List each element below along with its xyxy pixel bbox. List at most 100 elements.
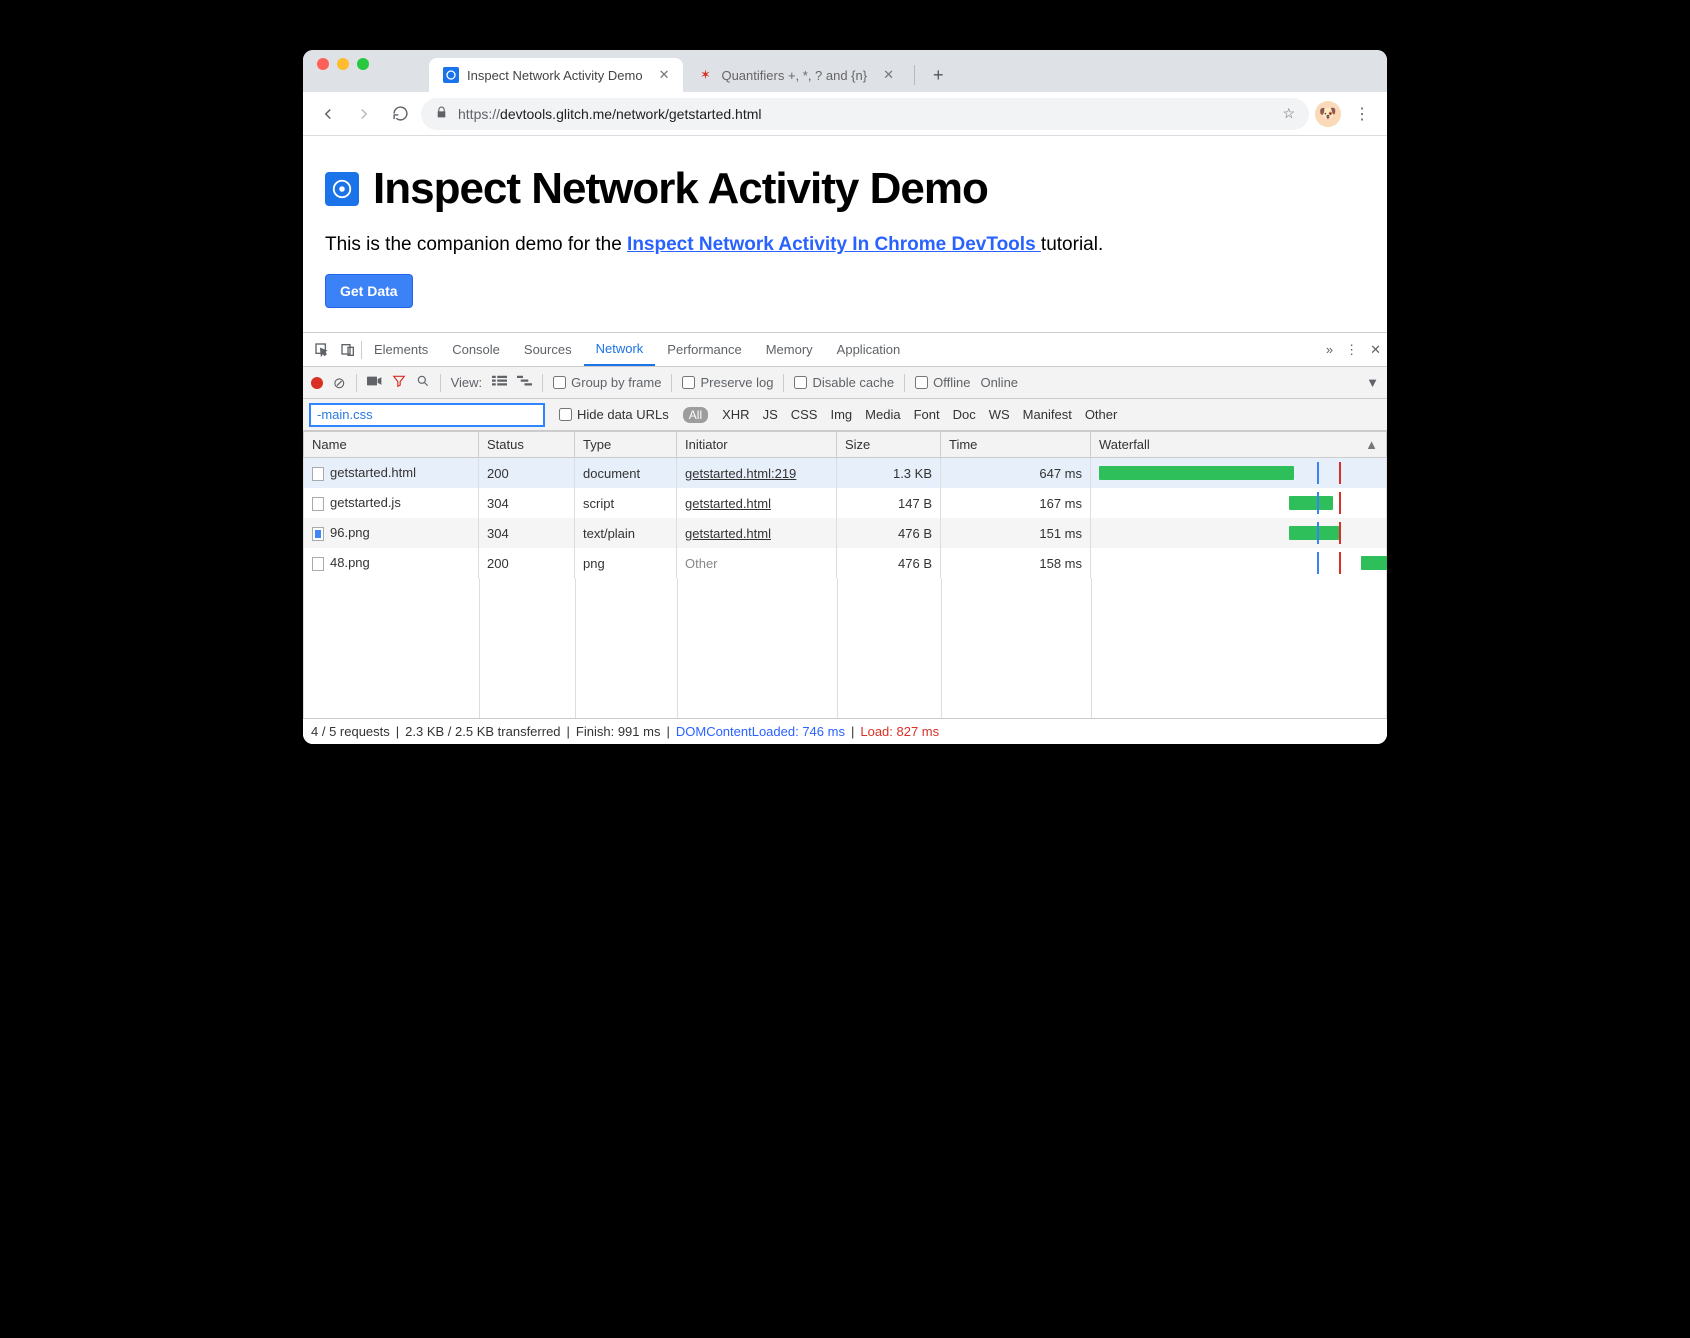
url-text: https://devtools.glitch.me/network/getst… [458,106,762,122]
filter-all-pill[interactable]: All [683,407,708,423]
table-empty-area [303,578,1387,718]
more-tabs-icon[interactable]: » [1326,342,1333,357]
file-icon [312,527,324,541]
devtools-tab-memory[interactable]: Memory [754,333,825,366]
table-row[interactable]: getstarted.js304scriptgetstarted.html147… [304,488,1387,518]
browser-window: Inspect Network Activity Demo ✕ ✶ Quanti… [303,50,1387,744]
initiator-link[interactable]: getstarted.html [685,526,771,541]
network-status-bar: 4 / 5 requests | 2.3 KB / 2.5 KB transfe… [303,718,1387,744]
window-controls [317,50,369,92]
disable-cache-checkbox[interactable]: Disable cache [794,375,894,390]
search-icon[interactable] [416,374,430,391]
filter-row: Hide data URLs All XHR JS CSS Img Media Font D… [303,399,1387,431]
browser-tab-inactive[interactable]: ✶ Quantifiers +, *, ? and {n} ✕ [683,58,908,92]
column-header-name[interactable]: Name [304,432,479,458]
devtools-tab-network[interactable]: Network [584,333,656,366]
column-header-status[interactable]: Status [479,432,575,458]
group-by-frame-checkbox[interactable]: Group by frame [553,375,661,390]
reload-button[interactable] [385,99,415,129]
tab-title: Quantifiers +, *, ? and {n} [721,68,867,83]
offline-checkbox[interactable]: Offline [915,375,970,390]
lock-icon [435,106,448,122]
filter-type-manifest[interactable]: Manifest [1023,407,1072,422]
maximize-window-button[interactable] [357,58,369,70]
toolbar-expand-icon[interactable]: ▼ [1366,375,1379,390]
hide-data-urls-checkbox[interactable]: Hide data URLs [559,407,669,422]
close-tab-icon[interactable]: ✕ [659,67,670,83]
filter-type-xhr[interactable]: XHR [722,407,749,422]
filter-icon[interactable] [392,374,406,391]
filter-type-font[interactable]: Font [914,407,940,422]
waterfall-cell [1099,552,1378,574]
filter-type-media[interactable]: Media [865,407,900,422]
column-header-initiator[interactable]: Initiator [677,432,837,458]
browser-toolbar: https://devtools.glitch.me/network/getst… [303,92,1387,136]
close-tab-icon[interactable]: ✕ [883,67,894,83]
devtools-tab-elements[interactable]: Elements [362,333,440,366]
view-label: View: [451,375,483,390]
devtools-close-icon[interactable]: ✕ [1370,342,1381,358]
get-data-button[interactable]: Get Data [325,274,413,308]
tab-divider [914,65,915,85]
devtools-tab-application[interactable]: Application [825,333,913,366]
minimize-window-button[interactable] [337,58,349,70]
page-title: Inspect Network Activity Demo [373,164,988,214]
filter-type-doc[interactable]: Doc [953,407,976,422]
page-content: Inspect Network Activity Demo This is th… [303,136,1387,332]
network-table: NameStatusTypeInitiatorSizeTimeWaterfall… [303,431,1387,578]
status-domcontentloaded: DOMContentLoaded: 746 ms [676,724,845,739]
table-row[interactable]: 96.png304text/plaingetstarted.html476 B1… [304,518,1387,548]
waterfall-cell [1099,492,1378,514]
filter-type-css[interactable]: CSS [791,407,818,422]
status-transferred: 2.3 KB / 2.5 KB transferred [405,724,560,739]
preserve-log-checkbox[interactable]: Preserve log [682,375,773,390]
column-header-size[interactable]: Size [837,432,941,458]
status-load: Load: 827 ms [860,724,939,739]
devtools-tab-performance[interactable]: Performance [655,333,753,366]
address-bar[interactable]: https://devtools.glitch.me/network/getst… [421,98,1309,130]
camera-icon[interactable] [367,375,382,390]
tab-strip: Inspect Network Activity Demo ✕ ✶ Quanti… [303,50,1387,92]
devtools-favicon-icon [443,67,459,83]
file-icon [312,557,324,571]
bookmark-star-icon[interactable]: ☆ [1282,105,1295,122]
devtools-tab-sources[interactable]: Sources [512,333,584,366]
filter-type-img[interactable]: Img [830,407,852,422]
column-header-waterfall[interactable]: Waterfall▲ [1091,432,1387,458]
column-header-time[interactable]: Time [941,432,1091,458]
back-button[interactable] [313,99,343,129]
column-header-type[interactable]: Type [575,432,677,458]
tutorial-link[interactable]: Inspect Network Activity In Chrome DevTo… [627,234,1041,255]
filter-input[interactable] [309,403,545,427]
record-button[interactable] [311,377,323,389]
inspect-icon[interactable] [309,342,335,358]
throttling-select[interactable]: Online [980,375,1018,390]
network-toolbar: ⊘ View: Group by frame Preserve log [303,367,1387,399]
clear-icon[interactable]: ⊘ [333,374,346,392]
devtools-panel: ElementsConsoleSourcesNetworkPerformance… [303,332,1387,744]
large-rows-icon[interactable] [492,375,507,390]
table-row[interactable]: 48.png200pngOther476 B158 ms [304,548,1387,578]
filter-type-other[interactable]: Other [1085,407,1118,422]
waterfall-overview-icon[interactable] [517,375,532,390]
devtools-menu-icon[interactable]: ⋮ [1345,342,1358,358]
profile-avatar[interactable]: 🐶 [1315,101,1341,127]
table-row[interactable]: getstarted.html200documentgetstarted.htm… [304,458,1387,489]
new-tab-button[interactable]: + [921,58,956,92]
page-body: This is the companion demo for the Inspe… [325,234,1365,256]
bug-favicon-icon: ✶ [697,67,713,83]
filter-type-js[interactable]: JS [763,407,778,422]
browser-tab-active[interactable]: Inspect Network Activity Demo ✕ [429,58,683,92]
menu-icon[interactable]: ⋮ [1347,99,1377,129]
file-icon [312,497,324,511]
status-finish: Finish: 991 ms [576,724,661,739]
initiator-link[interactable]: getstarted.html:219 [685,466,796,481]
close-window-button[interactable] [317,58,329,70]
forward-button[interactable] [349,99,379,129]
device-toggle-icon[interactable] [335,342,361,358]
initiator-link[interactable]: getstarted.html [685,496,771,511]
filter-type-ws[interactable]: WS [989,407,1010,422]
devtools-tab-console[interactable]: Console [440,333,512,366]
waterfall-cell [1099,522,1378,544]
file-icon [312,467,324,481]
